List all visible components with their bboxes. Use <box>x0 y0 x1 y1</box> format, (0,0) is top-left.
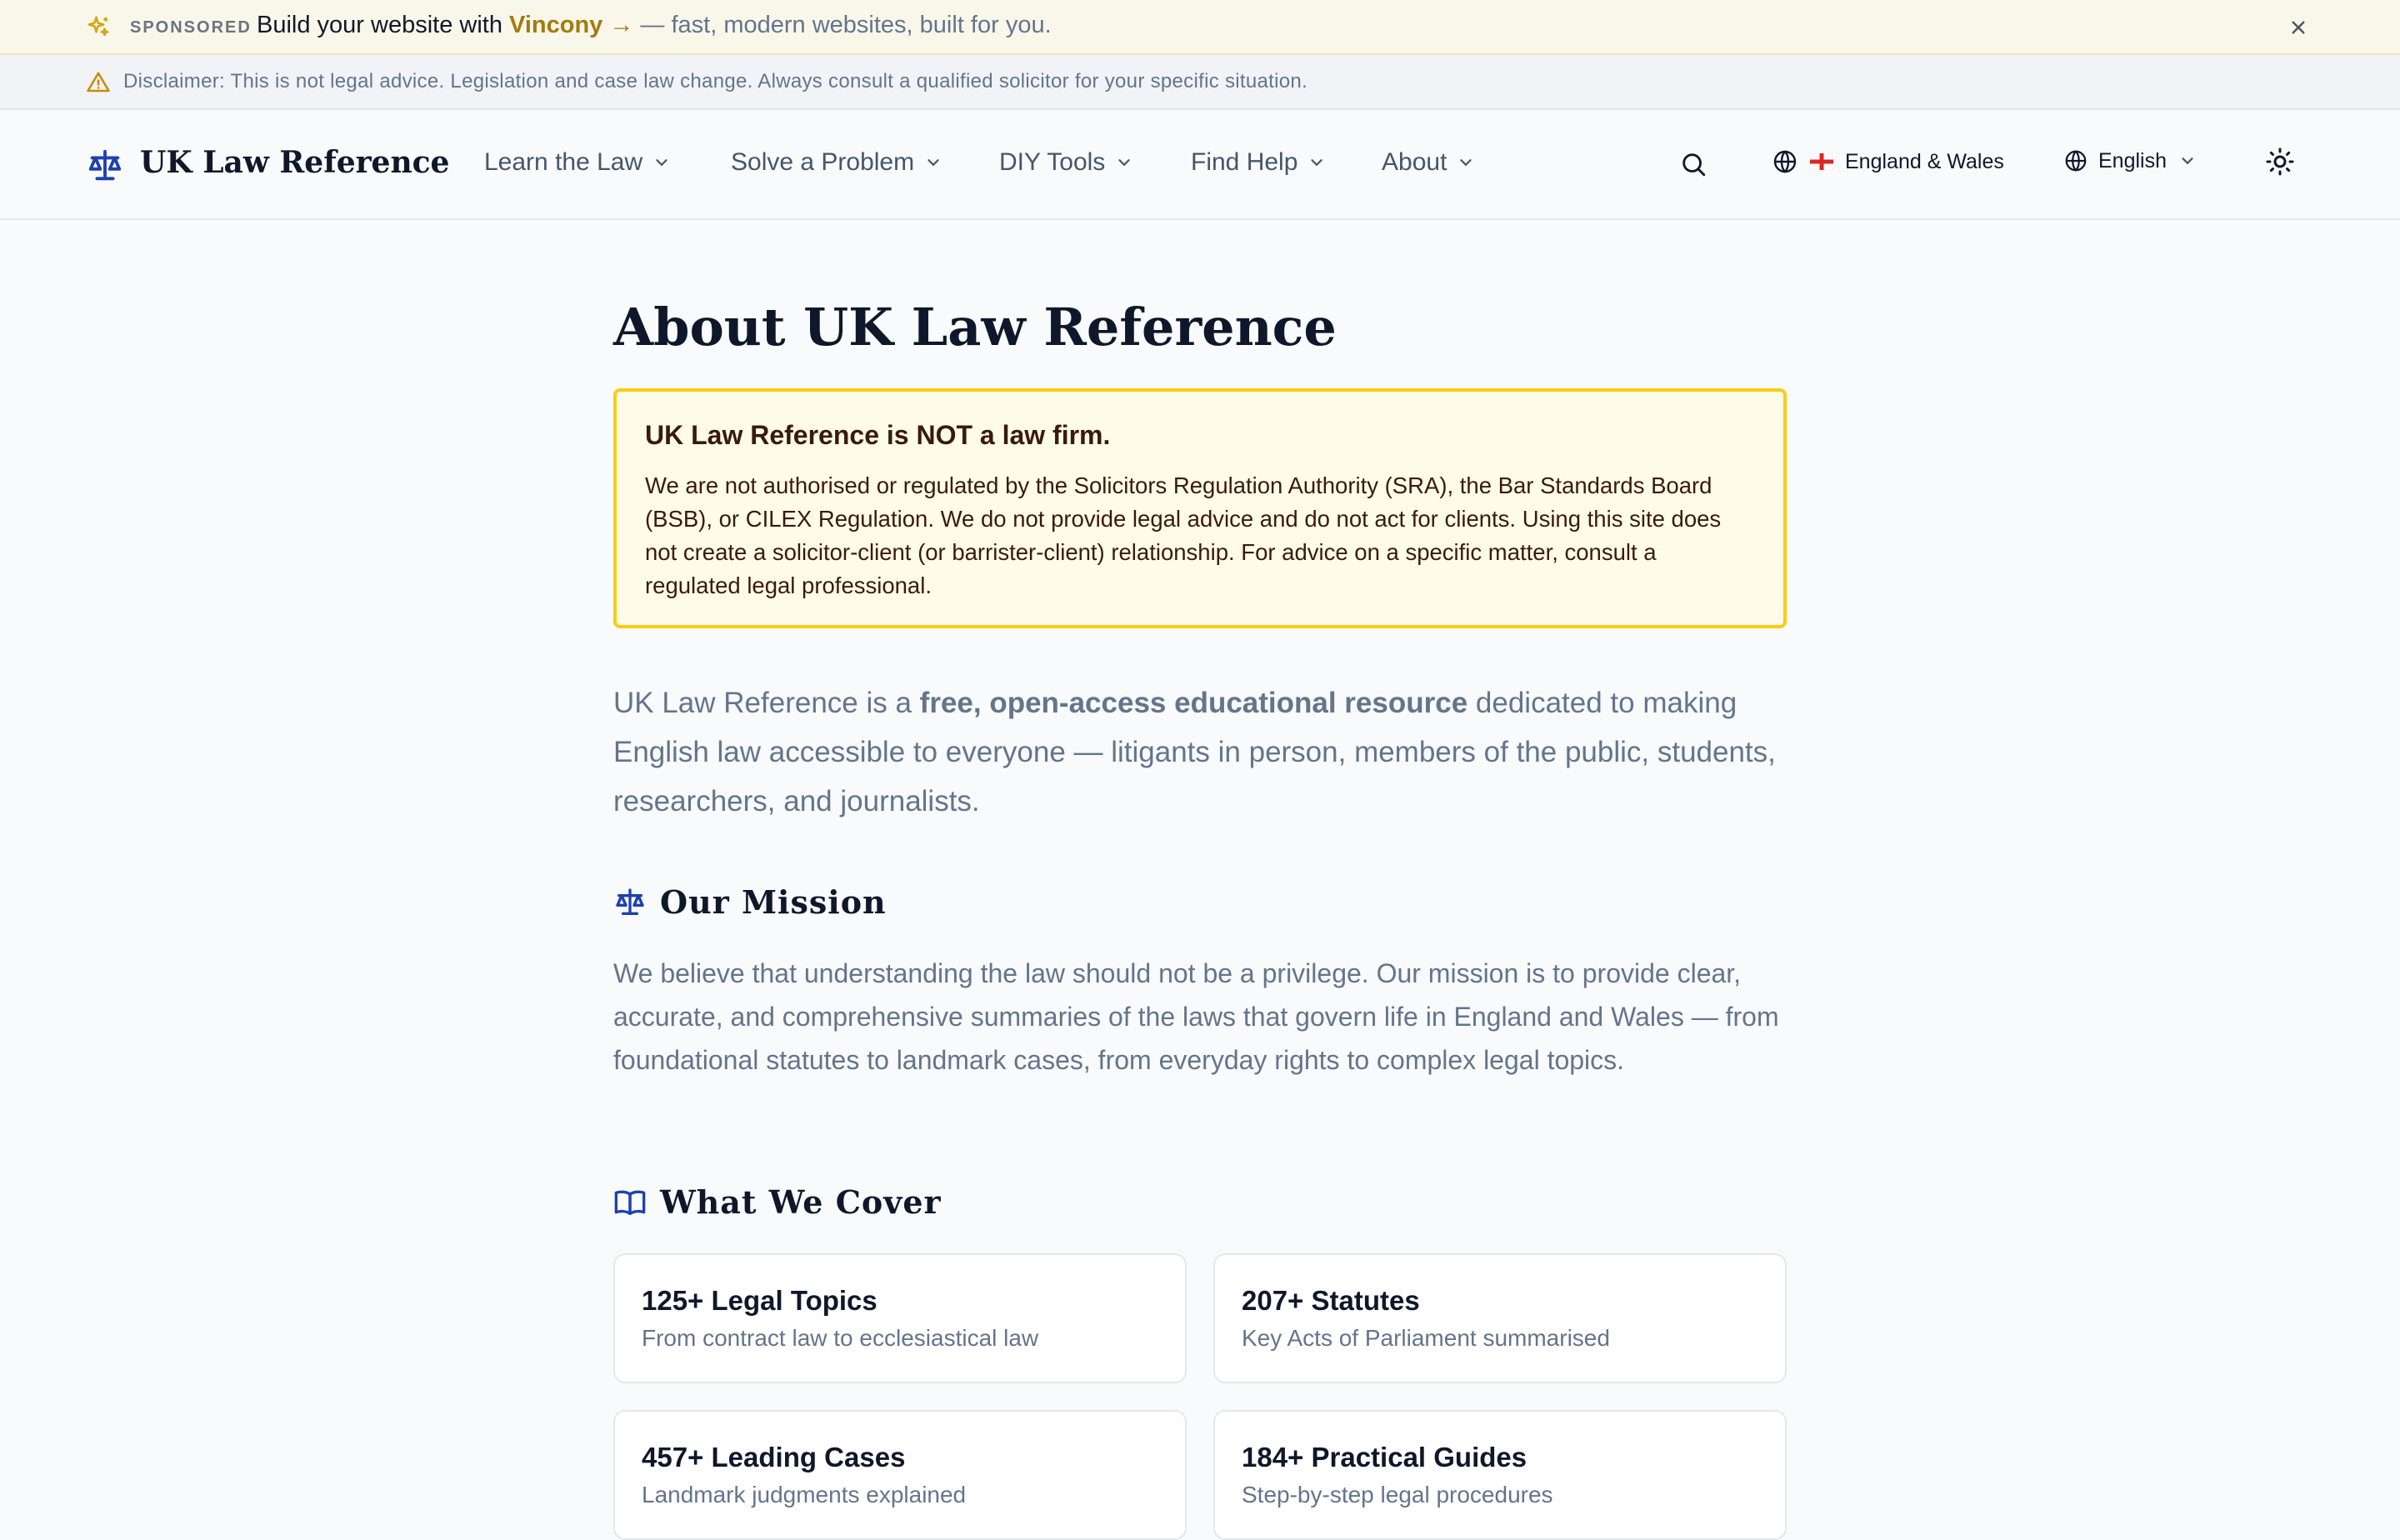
stat-card-statutes[interactable]: 207+ Statutes Key Acts of Parliament sum… <box>1213 1253 1787 1383</box>
scales-icon[interactable] <box>86 147 124 185</box>
warning-icon <box>87 72 110 92</box>
nav-label: Learn the Law <box>484 148 643 176</box>
sponsored-text-before: Build your website with <box>257 12 510 38</box>
chevron-down-icon <box>1460 159 1472 167</box>
stat-card-title: 184+ Practical Guides <box>1242 1442 1528 1472</box>
sun-icon[interactable] <box>2265 147 2295 177</box>
chevron-down-icon <box>2182 158 2193 165</box>
chevron-down-icon <box>656 159 668 167</box>
mission-heading: Our Mission <box>613 883 887 921</box>
chevron-down-icon <box>928 159 939 167</box>
language-selector[interactable]: English <box>2063 148 2197 173</box>
nav-label: About <box>1382 148 1448 176</box>
region-label: England & Wales <box>1845 149 2004 173</box>
page-title: About UK Law Reference <box>613 297 1337 358</box>
nav-solve-a-problem[interactable]: Solve a Problem <box>731 148 942 177</box>
site-logo[interactable]: UK Law Reference <box>140 145 449 180</box>
stat-card-subtitle: Step-by-step legal procedures <box>1242 1482 1553 1508</box>
mission-heading-text: Our Mission <box>660 883 887 921</box>
nav-label: Find Help <box>1191 148 1298 176</box>
disclaimer-bar: Disclaimer: This is not legal advice. Le… <box>0 55 2400 110</box>
stat-card-subtitle: From contract law to ecclesiastical law <box>642 1325 1039 1351</box>
what-we-cover-heading: What We Cover <box>613 1183 942 1221</box>
stat-card-cases[interactable]: 457+ Leading Cases Landmark judgments ex… <box>613 1410 1187 1540</box>
sponsored-text-after: — fast, modern websites, built for you. <box>633 12 1052 38</box>
what-we-cover-heading-text: What We Cover <box>660 1183 942 1221</box>
nav-label: DIY Tools <box>999 148 1106 176</box>
sparkles-icon <box>88 16 109 37</box>
globe-icon <box>1773 150 1797 173</box>
sponsored-brand: Vincony <box>509 12 603 38</box>
sponsored-tag: SPONSORED <box>130 18 252 37</box>
england-flag-icon <box>1810 153 1833 170</box>
region-selector[interactable]: England & Wales <box>1772 148 2004 175</box>
globe-icon <box>2065 150 2087 172</box>
mission-paragraph: We believe that understanding the law sh… <box>613 958 1779 1075</box>
notice-body: We are not authorised or regulated by th… <box>645 472 1722 598</box>
nav-label: Solve a Problem <box>731 148 915 176</box>
stat-card-title: 207+ Statutes <box>1242 1285 1420 1316</box>
sponsored-banner: SPONSORED Build your website with Vincon… <box>0 0 2400 55</box>
sponsored-message[interactable]: Build your website with Vincony → — fast… <box>257 12 1052 39</box>
nav-diy-tools[interactable]: DIY Tools <box>999 148 1133 177</box>
intro-paragraph: UK Law Reference is a free, open-access … <box>613 678 1787 826</box>
language-label: English <box>2098 148 2167 172</box>
stat-card-topics[interactable]: 125+ Legal Topics From contract law to e… <box>613 1253 1187 1383</box>
chevron-down-icon <box>1311 159 1323 167</box>
stat-card-title: 457+ Leading Cases <box>642 1442 906 1472</box>
search-icon[interactable] <box>1679 150 1708 178</box>
scales-icon <box>616 888 644 915</box>
sponsored-brand-link[interactable]: Vincony → <box>509 12 633 38</box>
close-icon[interactable] <box>2286 15 2311 40</box>
open-book-icon <box>614 1190 646 1215</box>
intro-before: UK Law Reference is a <box>613 687 920 719</box>
nav-learn-the-law[interactable]: Learn the Law <box>484 148 671 177</box>
stat-card-guides[interactable]: 184+ Practical Guides Step-by-step legal… <box>1213 1410 1787 1540</box>
nav-find-help[interactable]: Find Help <box>1191 148 1326 177</box>
chevron-down-icon <box>1118 159 1130 167</box>
main-nav: UK Law Reference Learn the Law Solve a P… <box>0 110 2400 220</box>
notice-title: UK Law Reference is NOT a law firm. <box>645 420 1111 450</box>
nav-about[interactable]: About <box>1382 148 1475 177</box>
disclaimer-text: Disclaimer: This is not legal advice. Le… <box>123 70 1308 92</box>
intro-bold: free, open-access educational resource <box>919 687 1468 719</box>
arrow-icon: → <box>602 12 634 38</box>
stat-card-subtitle: Landmark judgments explained <box>642 1482 967 1508</box>
stat-card-subtitle: Key Acts of Parliament summarised <box>1242 1325 1610 1351</box>
stat-card-title: 125+ Legal Topics <box>642 1285 878 1316</box>
not-a-law-firm-notice: UK Law Reference is NOT a law firm. We a… <box>613 388 1787 628</box>
